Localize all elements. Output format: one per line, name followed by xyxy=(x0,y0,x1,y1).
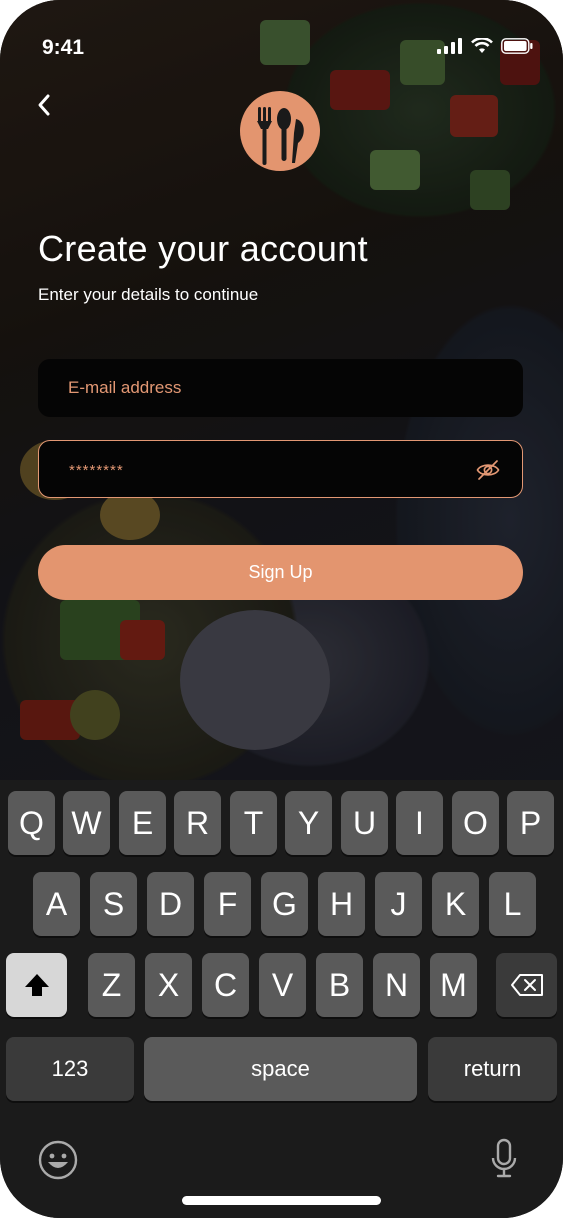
key-j[interactable]: J xyxy=(375,872,422,936)
key-x[interactable]: X xyxy=(145,953,192,1017)
key-q[interactable]: Q xyxy=(8,791,55,855)
backspace-key[interactable] xyxy=(496,953,557,1017)
key-r[interactable]: R xyxy=(174,791,221,855)
key-p[interactable]: P xyxy=(507,791,554,855)
space-key[interactable]: space xyxy=(144,1037,417,1101)
key-o[interactable]: O xyxy=(452,791,499,855)
numbers-key[interactable]: 123 xyxy=(6,1037,134,1101)
emoji-icon[interactable] xyxy=(38,1140,78,1180)
page-title: Create your account xyxy=(38,228,368,269)
key-u[interactable]: U xyxy=(341,791,388,855)
key-h[interactable]: H xyxy=(318,872,365,936)
email-input[interactable] xyxy=(66,359,470,417)
page-subtitle: Enter your details to continue xyxy=(38,285,259,304)
key-z[interactable]: Z xyxy=(88,953,135,1017)
key-s[interactable]: S xyxy=(90,872,137,936)
key-f[interactable]: F xyxy=(204,872,251,936)
password-input[interactable] xyxy=(67,441,471,499)
shift-key[interactable] xyxy=(6,953,67,1017)
wifi-icon xyxy=(471,38,493,53)
signal-icon xyxy=(437,38,462,54)
password-field[interactable] xyxy=(38,440,523,499)
key-m[interactable]: M xyxy=(430,953,477,1017)
key-e[interactable]: E xyxy=(119,791,166,855)
key-w[interactable]: W xyxy=(63,791,110,855)
key-c[interactable]: C xyxy=(202,953,249,1017)
logo-icon xyxy=(240,91,320,171)
home-indicator xyxy=(182,1196,381,1205)
key-d[interactable]: D xyxy=(147,872,194,936)
backspace-icon xyxy=(510,974,543,996)
key-i[interactable]: I xyxy=(396,791,443,855)
status-bar: 9:41 xyxy=(0,28,563,68)
battery-icon xyxy=(501,38,533,54)
key-b[interactable]: B xyxy=(316,953,363,1017)
sign-up-button[interactable]: Sign Up xyxy=(38,545,523,600)
back-icon[interactable] xyxy=(30,90,60,120)
key-k[interactable]: K xyxy=(432,872,479,936)
mic-icon[interactable] xyxy=(490,1138,518,1180)
key-g[interactable]: G xyxy=(261,872,308,936)
status-time: 9:41 xyxy=(42,36,85,59)
email-field[interactable] xyxy=(38,359,523,417)
key-l[interactable]: L xyxy=(489,872,536,936)
phone-screen: 9:41 Create your account Enter your deta… xyxy=(0,0,563,1218)
key-a[interactable]: A xyxy=(33,872,80,936)
key-n[interactable]: N xyxy=(373,953,420,1017)
key-v[interactable]: V xyxy=(259,953,306,1017)
eye-off-icon[interactable] xyxy=(476,459,500,481)
return-key[interactable]: return xyxy=(428,1037,557,1101)
status-icons xyxy=(437,38,533,54)
shift-icon xyxy=(24,974,49,996)
key-t[interactable]: T xyxy=(230,791,277,855)
key-y[interactable]: Y xyxy=(285,791,332,855)
